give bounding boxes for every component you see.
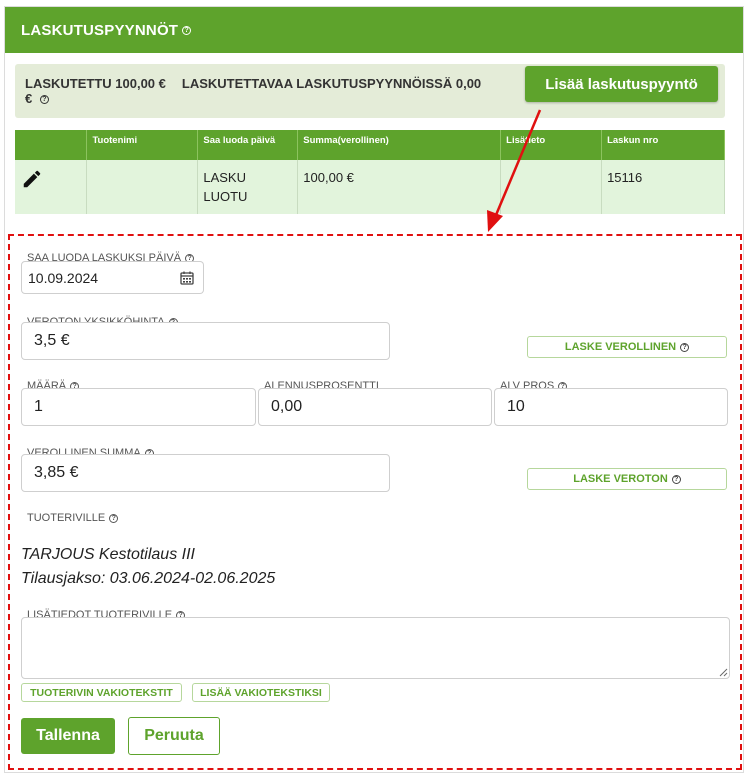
cancel-button[interactable]: Peruuta — [128, 717, 220, 755]
cell-invoice-no: 15116 — [601, 160, 725, 214]
calendar-button[interactable] — [170, 261, 204, 294]
table-row: LASKU LUOTU 100,00 € 15116 — [15, 160, 725, 214]
cell-product — [86, 160, 199, 214]
save-button[interactable]: Tallenna — [21, 718, 115, 754]
question-circle-icon: ? — [671, 474, 681, 484]
edit-cell — [15, 160, 88, 214]
column-header-invoice-no[interactable]: Laskun nro — [601, 130, 725, 160]
column-header-edit — [15, 130, 88, 160]
standard-texts-button[interactable]: TUOTERIVIN VAKIOTEKSTIT — [21, 683, 182, 702]
question-circle-icon: ? — [680, 342, 690, 352]
product-row-label: TUOTERIVILLE? — [27, 512, 119, 524]
status-line-1: LASKU — [203, 170, 246, 185]
product-row-line-1: TARJOUS Kestotilaus III — [21, 546, 195, 563]
pencil-icon[interactable] — [21, 168, 43, 190]
taxed-sum-input[interactable] — [21, 454, 390, 492]
add-billing-request-button[interactable]: Lisää laskutuspyyntö — [525, 66, 718, 102]
cell-sum: 100,00 € — [297, 160, 502, 214]
vat-input[interactable] — [494, 388, 728, 426]
table-header-row: Tuotenimi Saa luoda päivä Summa(verollin… — [15, 130, 725, 160]
cell-info — [500, 160, 603, 214]
unit-price-input[interactable] — [21, 322, 390, 360]
question-circle-icon[interactable]: ? — [39, 95, 49, 105]
product-row-line-2: Tilausjakso: 03.06.2024-02.06.2025 — [21, 570, 276, 587]
discount-input[interactable] — [258, 388, 492, 426]
invoiced-total: LASKUTETTU 100,00 € — [25, 76, 166, 91]
pending-total: LASKUTETTAVAA LASKUTUSPYYNNÖISSÄ 0,00 — [181, 76, 482, 91]
question-circle-icon[interactable]: ? — [109, 513, 119, 523]
billing-requests-table: Tuotenimi Saa luoda päivä Summa(verollin… — [15, 130, 725, 214]
pending-currency: € — [25, 91, 33, 106]
add-standard-text-button[interactable]: LISÄÄ VAKIOTEKSTIKSI — [192, 683, 330, 702]
calendar-icon — [179, 271, 194, 285]
quantity-input[interactable] — [21, 388, 256, 426]
column-header-info[interactable]: Lisätieto — [500, 130, 603, 160]
calc-taxed-button[interactable]: LASKE VEROLLINEN? — [527, 336, 727, 358]
panel-header: LASKUTUSPYYNNÖT ? — [5, 7, 743, 53]
column-header-sum[interactable]: Summa(verollinen) — [297, 130, 502, 160]
date-input[interactable] — [21, 261, 171, 294]
calc-untaxed-button[interactable]: LASKE VEROTON? — [527, 468, 727, 490]
column-header-date[interactable]: Saa luoda päivä — [197, 130, 299, 160]
question-circle-icon[interactable]: ? — [182, 25, 192, 35]
extra-info-textarea[interactable] — [21, 617, 730, 679]
column-header-product[interactable]: Tuotenimi — [86, 130, 199, 160]
cell-date-status: LASKU LUOTU — [197, 160, 299, 214]
resize-handle-icon[interactable] — [718, 667, 728, 677]
panel-title: LASKUTUSPYYNNÖT — [21, 21, 179, 39]
status-line-2: LUOTU — [203, 189, 248, 204]
